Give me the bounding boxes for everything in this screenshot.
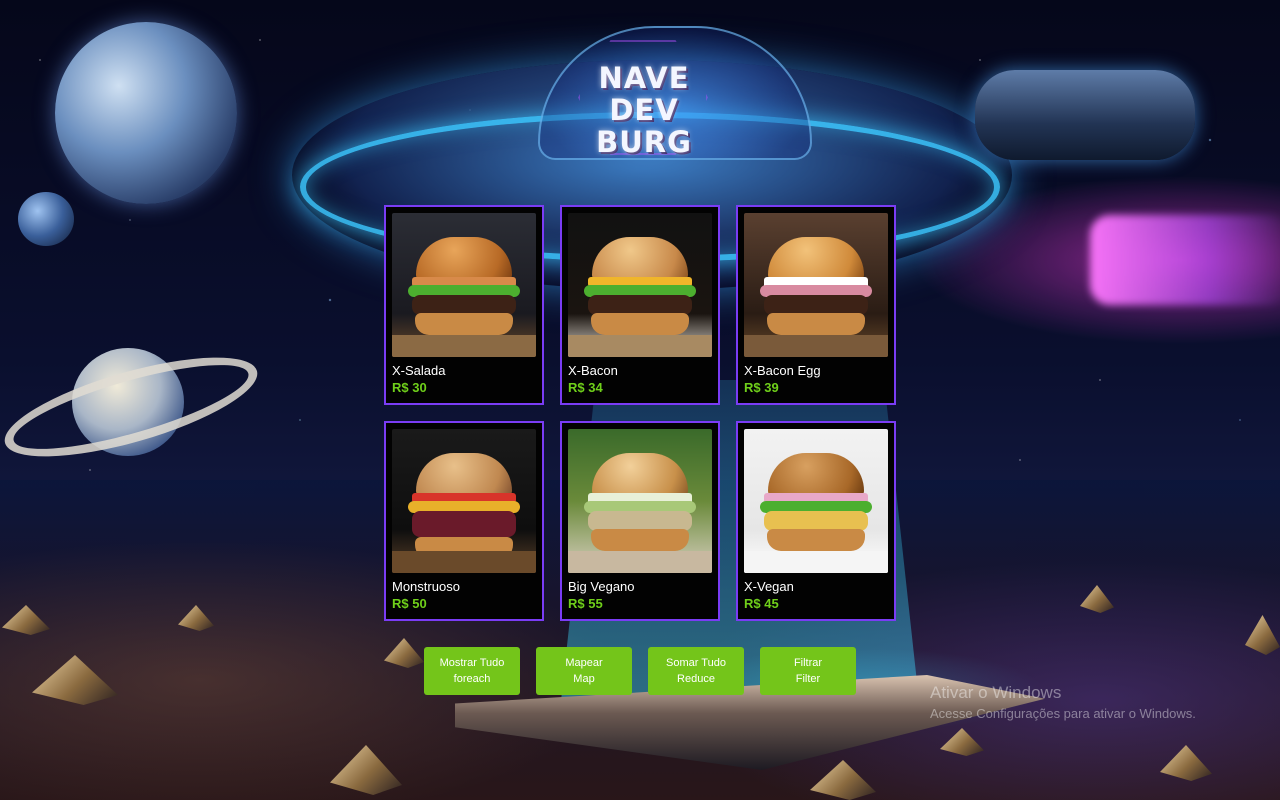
show-all-button[interactable]: Mostrar Tudo foreach [424, 647, 520, 695]
reduce-method: Reduce [677, 673, 715, 685]
map-button[interactable]: Mapear Map [536, 647, 632, 695]
menu-item-name: X-Vegan [744, 579, 794, 594]
reduce-button[interactable]: Somar Tudo Reduce [648, 647, 744, 695]
filter-label: Filtrar [793, 657, 823, 669]
menu-item-name: Big Vegano [568, 579, 635, 594]
map-label: Mapear [565, 657, 603, 669]
logo-text-line2: DEV BURG [596, 93, 692, 159]
show-all-method: foreach [453, 673, 491, 685]
menu-item-name: Monstruoso [392, 579, 460, 594]
menu-item-price: R$ 50 [392, 596, 427, 611]
menu-card[interactable]: X-Bacon R$ 34 [560, 205, 720, 405]
burger-photo [568, 429, 712, 573]
filter-method: Filter [795, 673, 821, 685]
menu-item-price: R$ 34 [568, 380, 603, 395]
menu-item-price: R$ 55 [568, 596, 603, 611]
filter-button[interactable]: Filtrar Filter [760, 647, 856, 695]
burger-photo [392, 213, 536, 357]
menu-card[interactable]: X-Vegan R$ 45 [736, 421, 896, 621]
windows-activation-watermark: Ativar o Windows Acesse Configurações pa… [930, 682, 1196, 724]
burger-photo [744, 429, 888, 573]
menu-item-price: R$ 30 [392, 380, 427, 395]
action-buttons: Mostrar Tudo foreach Mapear Map Somar Tu… [424, 647, 856, 695]
spaceship-engine [975, 70, 1195, 160]
menu-item-name: X-Bacon [568, 363, 618, 378]
logo-text-line1: NAVE [598, 61, 690, 95]
menu-item-name: X-Salada [392, 363, 446, 378]
menu-card[interactable]: X-Salada R$ 30 [384, 205, 544, 405]
menu-grid: X-Salada R$ 30 X-Bacon R$ 34 X-Bacon Egg… [384, 205, 896, 621]
show-all-label: Mostrar Tudo [439, 657, 505, 669]
menu-item-name: X-Bacon Egg [744, 363, 821, 378]
watermark-subtitle: Acesse Configurações para ativar o Windo… [930, 706, 1196, 721]
menu-card[interactable]: Monstruoso R$ 50 [384, 421, 544, 621]
earth-planet-image [55, 22, 237, 204]
menu-card[interactable]: X-Bacon Egg R$ 39 [736, 205, 896, 405]
menu-item-price: R$ 45 [744, 596, 779, 611]
map-method: Map [573, 673, 595, 685]
nave-dev-burg-logo: NAVE DEV BURG [574, 40, 714, 158]
engine-exhaust-beam [1090, 215, 1280, 305]
small-moon-image [18, 192, 74, 246]
burger-photo [568, 213, 712, 357]
reduce-label: Somar Tudo [666, 657, 726, 669]
burger-photo [392, 429, 536, 573]
menu-item-price: R$ 39 [744, 380, 779, 395]
watermark-title: Ativar o Windows [930, 683, 1062, 702]
burger-photo [744, 213, 888, 357]
menu-card[interactable]: Big Vegano R$ 55 [560, 421, 720, 621]
